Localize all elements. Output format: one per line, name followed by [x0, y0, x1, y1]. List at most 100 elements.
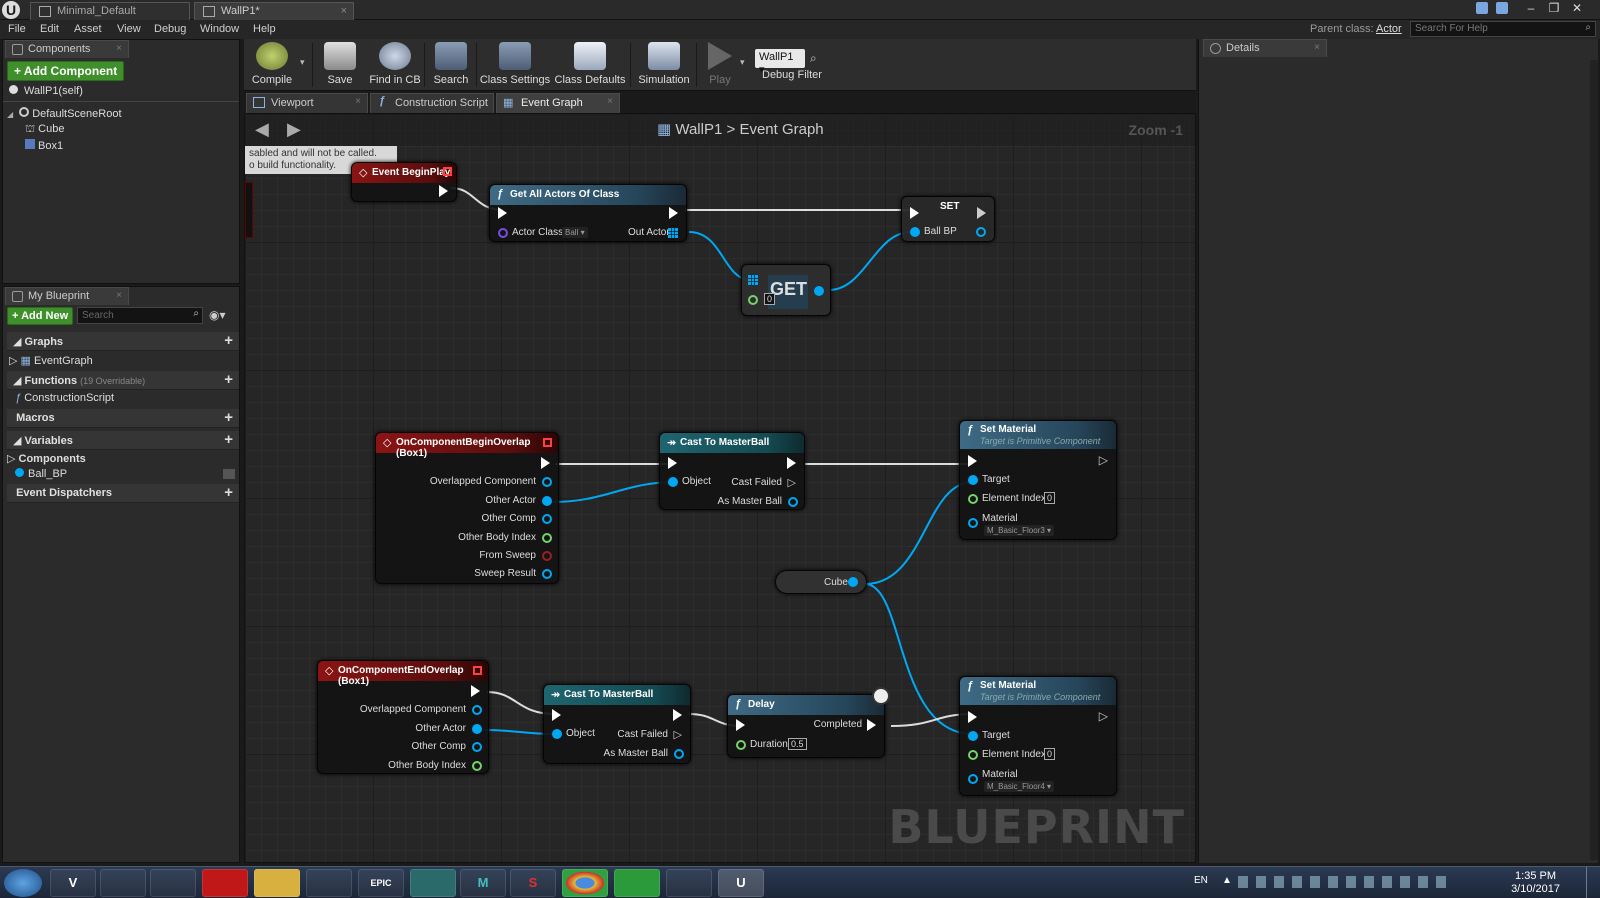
taskbar-app-substance[interactable]: S	[510, 869, 556, 897]
document-tab-wallp1[interactable]: WallP1* ×	[194, 2, 354, 20]
components-tab[interactable]: Components ×	[5, 40, 129, 58]
node-cube-variable[interactable]: Cube	[775, 570, 867, 594]
parent-class-link[interactable]: Actor	[1376, 23, 1402, 35]
event-graph-canvas[interactable]: ◀ ▶ ▦ WallP1 > Event Graph Zoom -1 sable…	[244, 113, 1196, 863]
expand-arrow-icon[interactable]: ◢	[7, 110, 13, 119]
duration-value[interactable]: 0.5	[788, 738, 807, 750]
function-item-constructionscript[interactable]: ƒ ConstructionScript	[15, 392, 114, 404]
other-body-index-pin[interactable]	[472, 761, 482, 771]
menu-help[interactable]: Help	[253, 23, 276, 35]
taskbar-app-vectorworks[interactable]: V	[50, 869, 96, 897]
blueprint-search-input[interactable]: Search ⌕	[77, 307, 203, 324]
help-search-input[interactable]: Search For Help ⌕	[1410, 21, 1596, 37]
taskbar-app-file-explorer[interactable]	[254, 869, 300, 897]
duration-pin[interactable]	[736, 740, 746, 750]
tree-item-box1[interactable]: Box1	[25, 139, 63, 152]
self-item[interactable]: WallP1(self)	[9, 85, 83, 97]
output-delegate-icon[interactable]	[443, 167, 452, 176]
element-index-pin[interactable]	[968, 750, 978, 760]
class-settings-button[interactable]: Class Settings	[478, 39, 552, 91]
exec-out-pin[interactable]	[541, 457, 550, 469]
event-dispatchers-section[interactable]: Event Dispatchers +	[7, 484, 239, 503]
actor-class-dropdown[interactable]: Ball ▾	[562, 227, 588, 238]
material-dropdown[interactable]: M_Basic_Floor4 ▾	[984, 781, 1055, 792]
exec-out-pin[interactable]	[673, 709, 682, 721]
exec-in-pin[interactable]	[668, 457, 677, 469]
node-cast-to-masterball[interactable]: ↠ Cast To MasterBall Object Cast Failed …	[659, 432, 805, 510]
other-actor-pin[interactable]	[542, 496, 552, 506]
compile-options-dropdown[interactable]: ▾	[300, 57, 305, 68]
output-delegate-icon[interactable]	[543, 438, 552, 447]
node-set-material[interactable]: ƒ Set Material Target is Primitive Compo…	[959, 676, 1117, 796]
add-function-icon[interactable]: +	[224, 371, 233, 388]
taskbar-app-epic-games[interactable]: EPIC	[358, 869, 404, 897]
macros-section[interactable]: Macros +	[7, 409, 239, 428]
taskbar-app-maya-2[interactable]: M	[460, 869, 506, 897]
exec-in-pin[interactable]	[968, 455, 977, 467]
show-hidden-icons[interactable]: ▲	[1222, 875, 1232, 886]
variables-section[interactable]: ◢ Variables +	[7, 431, 239, 450]
tray-icons[interactable]	[1238, 876, 1448, 888]
taskbar-app-chrome[interactable]	[562, 869, 608, 897]
variable-item-ball-bp[interactable]: Ball_BP	[15, 468, 67, 480]
menu-view[interactable]: View	[117, 23, 141, 35]
details-tab[interactable]: Details ×	[1203, 39, 1327, 57]
exec-in-pin[interactable]	[910, 207, 919, 219]
material-pin[interactable]	[968, 518, 978, 528]
overlapped-component-pin[interactable]	[472, 705, 482, 715]
play-button[interactable]: Play	[698, 39, 742, 91]
as-master-ball-pin[interactable]	[788, 497, 798, 507]
overlapped-component-pin[interactable]	[542, 477, 552, 487]
language-indicator[interactable]: EN	[1194, 875, 1208, 886]
cube-out-pin[interactable]	[848, 577, 858, 587]
add-dispatcher-icon[interactable]: +	[224, 484, 233, 501]
find-in-cb-button[interactable]: Find in CB	[366, 39, 424, 91]
add-macro-icon[interactable]: +	[224, 409, 233, 426]
cast-failed-exec-pin[interactable]: ▷	[788, 476, 796, 489]
node-on-component-end-overlap[interactable]: ◇ OnComponentEndOverlap (Box1) Overlappe…	[317, 660, 489, 774]
menu-file[interactable]: File	[8, 23, 26, 35]
taskbar-app-hangouts[interactable]	[614, 869, 660, 897]
other-actor-pin[interactable]	[472, 724, 482, 734]
tree-item-cube[interactable]: ⛫ Cube	[25, 123, 64, 137]
array-in-pin[interactable]	[748, 275, 758, 285]
exec-in-pin[interactable]	[968, 711, 977, 723]
add-graph-icon[interactable]: +	[224, 332, 233, 349]
as-master-ball-pin[interactable]	[674, 749, 684, 759]
exec-out-pin[interactable]	[787, 457, 796, 469]
close-tab-icon[interactable]: ×	[341, 5, 347, 17]
debug-search-icon[interactable]: ⌕	[810, 51, 817, 66]
taskbar-app-unreal[interactable]: U	[718, 869, 764, 897]
taskbar-app-paint[interactable]	[666, 869, 712, 897]
add-new-button[interactable]: + Add New	[7, 307, 74, 325]
exec-in-pin[interactable]	[552, 709, 561, 721]
node-get-all-actors-of-class[interactable]: ƒ Get All Actors Of Class Actor Class Ba…	[489, 184, 687, 242]
taskbar-clock[interactable]: 1:35 PM 3/10/2017	[1511, 870, 1560, 896]
from-sweep-pin[interactable]	[542, 551, 552, 561]
material-dropdown[interactable]: M_Basic_Floor3 ▾	[984, 525, 1055, 536]
index-pin[interactable]	[748, 295, 758, 305]
document-tab-minimal-default[interactable]: Minimal_Default	[30, 2, 190, 20]
taskbar-app-notepad[interactable]	[150, 869, 196, 897]
completed-exec-pin[interactable]	[867, 719, 876, 731]
close-window-button[interactable]: ✕	[1566, 0, 1588, 16]
ball-bp-out-pin[interactable]	[976, 227, 986, 237]
play-options-dropdown[interactable]: ▾	[740, 57, 745, 68]
add-variable-icon[interactable]: +	[224, 431, 233, 448]
exec-in-pin[interactable]	[736, 719, 745, 731]
maximize-button[interactable]: ❐	[1543, 0, 1565, 16]
node-delay[interactable]: ƒ Delay Completed Duration 0.5	[727, 687, 890, 758]
exec-out-pin[interactable]	[471, 685, 480, 697]
notification-icon[interactable]	[1476, 2, 1488, 14]
cast-failed-exec-pin[interactable]: ▷	[674, 728, 682, 741]
view-options-icon[interactable]: ◉▾	[209, 308, 226, 322]
close-icon[interactable]: ×	[116, 290, 122, 301]
feedback-icon[interactable]	[1496, 2, 1508, 14]
taskbar-app-creative-cloud[interactable]	[202, 869, 248, 897]
close-icon[interactable]: ×	[116, 43, 122, 54]
tree-item-defaultsceneroot[interactable]: ◢ DefaultSceneRoot	[7, 107, 122, 120]
ball-bp-in-pin[interactable]	[910, 227, 920, 237]
object-pin[interactable]	[552, 729, 562, 739]
menu-debug[interactable]: Debug	[154, 23, 186, 35]
simulation-button[interactable]: Simulation	[632, 39, 696, 91]
